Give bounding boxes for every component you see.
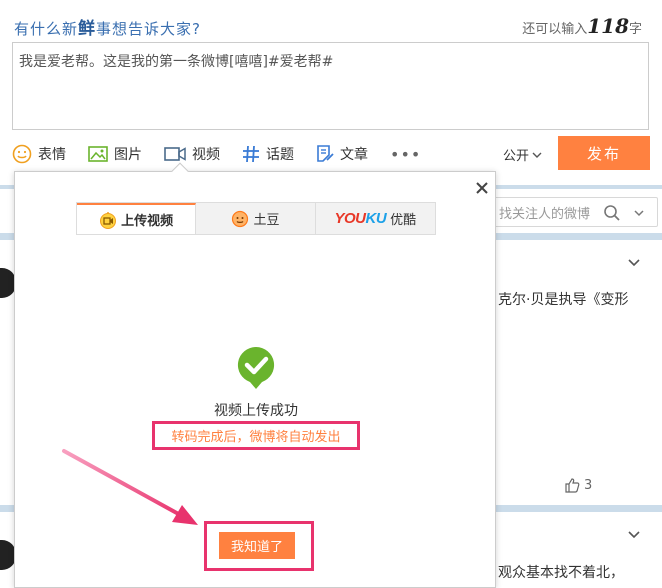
tab-upload-video[interactable]: 上传视频 (77, 203, 197, 234)
chevron-down-icon (532, 152, 542, 158)
got-it-button[interactable]: 我知道了 (219, 532, 295, 559)
article-icon (317, 145, 334, 162)
post-text-input[interactable]: 我是爱老帮。这是我的第一条微博[嘻嘻]#爱老帮# (12, 42, 649, 130)
tab-tudou[interactable]: 土豆 (196, 203, 316, 234)
tab-youku[interactable]: YOUKU 优酷 (316, 203, 435, 234)
close-icon[interactable] (474, 180, 490, 196)
more-tools-button[interactable]: ••• (390, 145, 421, 164)
weibo-composer: 有什么新鲜事想告诉大家? 还可以输入118字 我是爱老帮。这是我的第一条微博[嘻… (0, 0, 662, 185)
topic-button[interactable]: 话题 (242, 144, 294, 164)
composer-prompt: 有什么新鲜事想告诉大家? (14, 19, 201, 39)
thumbs-up-icon (565, 478, 580, 493)
success-check-icon (236, 345, 276, 391)
like-count: 3 (584, 477, 593, 493)
chevron-down-icon[interactable] (627, 256, 641, 270)
upload-success-title: 视频上传成功 (214, 403, 298, 419)
publish-button[interactable]: 发布 (558, 136, 650, 170)
hashtag-icon (243, 145, 259, 163)
like-button[interactable]: 3 (564, 477, 592, 493)
video-button[interactable]: 视频 (164, 144, 220, 164)
feed-post-text: 观众基本找不着北， (498, 565, 624, 581)
image-button[interactable]: 图片 (88, 144, 142, 164)
privacy-dropdown[interactable]: 公开 (503, 145, 542, 164)
composer-toolbar: 表情 图片 视频 话题 文章 ••• (12, 140, 421, 168)
remaining-char-count: 还可以输入118字 (522, 14, 642, 38)
image-icon (88, 146, 108, 162)
emoji-button[interactable]: 表情 (12, 144, 66, 164)
youku-logo: YOUKU (334, 210, 387, 227)
tudou-icon (232, 210, 249, 227)
article-button[interactable]: 文章 (316, 144, 368, 164)
chevron-down-icon[interactable] (633, 204, 645, 222)
search-icon[interactable] (603, 204, 621, 222)
video-source-tabs: 上传视频 土豆 YOUKU 优酷 (76, 202, 436, 235)
feed-post-text: 克尔·贝是执导《变形 (498, 292, 629, 308)
upload-video-icon (100, 211, 117, 229)
upload-success-subtitle: 转码完成后，微博将自动发出 (152, 421, 360, 450)
feed-search-box[interactable]: 找关注人的微博 (490, 197, 658, 227)
chevron-down-icon[interactable] (627, 528, 641, 542)
smiley-icon (12, 144, 32, 164)
video-camera-icon (164, 147, 186, 161)
feed-search-placeholder: 找关注人的微博 (499, 206, 591, 222)
